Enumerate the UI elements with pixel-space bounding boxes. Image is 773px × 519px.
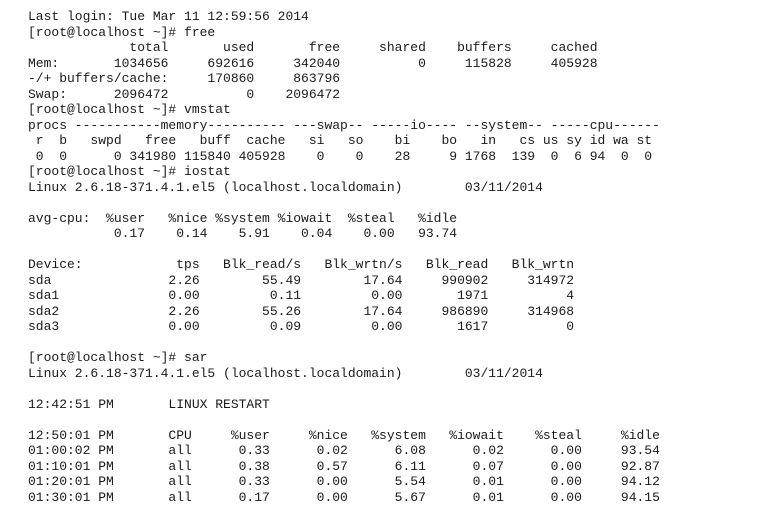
terminal-line-free-header: total used free shared buffers cached [28, 40, 598, 55]
terminal-line-device-sda1: sda1 0.00 0.11 0.00 1971 4 [28, 288, 575, 303]
terminal-window[interactable]: Last login: Tue Mar 11 12:59:56 2014 [roo… [0, 0, 773, 519]
terminal-line-vmstat-column-header: r b swpd free buff cache si so bi bo in … [28, 133, 653, 148]
terminal-line-sar-header: 12:50:01 PM CPU %user %nice %system %iow… [28, 427, 660, 443]
terminal-line-avg-cpu-values: 0.17 0.14 5.91 0.04 0.00 93.74 [28, 226, 458, 241]
terminal-line-prompt-free: [root@localhost ~]# free [28, 24, 216, 40]
terminal-line-avg-cpu-header: avg-cpu: %user %nice %system %iowait %st… [28, 210, 458, 226]
terminal-line-free-swap: Swap: 2096472 0 2096472 [28, 86, 341, 102]
terminal-line-sar-restart: 12:42:51 PM LINUX RESTART [28, 396, 270, 412]
terminal-line-prompt-iostat: [root@localhost ~]# iostat [28, 164, 231, 179]
terminal-line-device-sda2: sda2 2.26 55.26 17.64 986890 314968 [28, 303, 575, 319]
terminal-line-sar-row: 01:00:02 PM all 0.33 0.02 6.08 0.02 0.00… [28, 443, 660, 458]
terminal-line-prompt-vmstat: [root@localhost ~]# vmstat [28, 102, 231, 117]
terminal-line-sar-row: 01:20:01 PM all 0.33 0.00 5.54 0.01 0.00… [28, 474, 660, 489]
terminal-line-vmstat-group-header: procs -----------memory---------- ---swa… [28, 117, 660, 133]
terminal-output: Last login: Tue Mar 11 12:59:56 2014 [roo… [0, 9, 773, 505]
terminal-line-vmstat-values: 0 0 0 341980 115840 405928 0 0 28 9 1768… [28, 148, 653, 164]
terminal-line-sar-row: 01:10:01 PM all 0.38 0.57 6.11 0.07 0.00… [28, 458, 660, 474]
terminal-line-prompt-sar: [root@localhost ~]# sar [28, 350, 208, 365]
terminal-line-sar-row: 01:30:01 PM all 0.17 0.00 5.67 0.01 0.00… [28, 489, 660, 505]
terminal-line-device-sda: sda 2.26 55.49 17.64 990902 314972 [28, 272, 575, 288]
terminal-line-free-mem: Mem: 1034656 692616 342040 0 115828 4059… [28, 55, 598, 71]
terminal-line-iostat-system-info: Linux 2.6.18-371.4.1.el5 (localhost.loca… [28, 179, 543, 195]
terminal-line-free-buffers-cache: -/+ buffers/cache: 170860 863796 [28, 71, 341, 86]
terminal-line-device-header: Device: tps Blk_read/s Blk_wrtn/s Blk_re… [28, 257, 575, 272]
terminal-line-device-sda3: sda3 0.00 0.09 0.00 1617 0 [28, 319, 575, 334]
terminal-line-last-login: Last login: Tue Mar 11 12:59:56 2014 [28, 9, 309, 24]
terminal-line-sar-system-info: Linux 2.6.18-371.4.1.el5 (localhost.loca… [28, 365, 543, 381]
